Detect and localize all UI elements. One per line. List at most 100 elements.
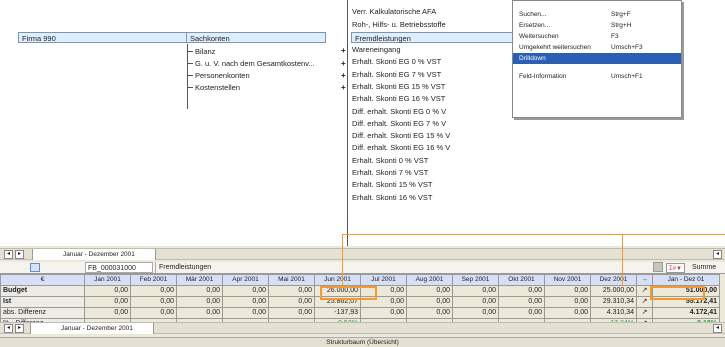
tree-node-fremdleistungen-selected[interactable]: Fremdleistungen: [351, 32, 514, 43]
grid-cell[interactable]: 29.310,34: [590, 296, 637, 308]
grid-cell[interactable]: 0,00: [222, 285, 269, 297]
tree-node-account[interactable]: Erhalt. Skonti EG 7 % VST: [349, 69, 444, 80]
tree-node-account[interactable]: Verr. Kalkulatorische AFA: [349, 6, 439, 17]
menu-item-label: Umgekehrt weitersuchen: [519, 44, 591, 51]
grid-cell[interactable]: 0,00: [498, 296, 545, 308]
tree-node-account[interactable]: Diff. erhalt. Skonti EG 15 % V: [349, 130, 453, 141]
grid-cell[interactable]: 0,00: [498, 285, 545, 297]
grid-cell[interactable]: 0,00: [452, 285, 499, 297]
menu-item[interactable]: Umgekehrt weitersuchen Umsch+F3: [513, 42, 681, 53]
sum-header: Jan - Dez 01: [652, 274, 720, 286]
menu-item-shortcut: F3: [611, 33, 619, 40]
tab-scroll-right-icon[interactable]: ▸: [15, 250, 24, 259]
menu-item[interactable]: Ersetzen... Strg+H: [513, 20, 681, 31]
tree-node-guv[interactable]: G. u. V. nach dem Gesamtkostenv...: [192, 58, 318, 69]
tree-node-root[interactable]: Firma 990: [18, 32, 191, 43]
tree-node-account[interactable]: Wareneingang: [349, 44, 404, 55]
month-header[interactable]: Aug 2001: [406, 274, 453, 286]
expand-plus-icon[interactable]: +: [341, 60, 346, 68]
grid-cell[interactable]: 0,00: [176, 307, 223, 319]
account-number-field[interactable]: FB_000031000: [85, 262, 153, 273]
menu-item[interactable]: Suchen... Strg+F: [513, 9, 681, 20]
menu-item[interactable]: Feld-Information Umsch+F1: [513, 71, 681, 82]
expand-plus-icon[interactable]: +: [341, 84, 346, 92]
grid-cell[interactable]: 0,00: [498, 307, 545, 319]
tree-node-account[interactable]: Erhalt. Skonti EG 15 % VST: [349, 81, 448, 92]
tree-node-account[interactable]: Erhalt. Skonti 7 % VST: [349, 167, 431, 178]
highlight-connector: [622, 234, 725, 236]
tree-node-account[interactable]: Roh-, Hilfs- u. Betriebsstoffe: [349, 19, 449, 30]
grid-cell[interactable]: 0,00: [222, 307, 269, 319]
grid-cell[interactable]: 0,00: [130, 296, 177, 308]
tree-node-account[interactable]: Erhalt. Skonti EG 0 % VST: [349, 56, 444, 67]
grid-cell[interactable]: 0,00: [268, 296, 315, 308]
grid-cell[interactable]: 0,00: [452, 307, 499, 319]
drilldown-arrow-icon[interactable]: ↗: [636, 307, 653, 319]
tab-scroll-left-icon[interactable]: ◂: [4, 250, 13, 259]
tab-period[interactable]: Januar - Dezember 2001: [30, 323, 154, 334]
grid-cell[interactable]: 0,00: [544, 296, 591, 308]
grid-cell[interactable]: 0,00: [176, 285, 223, 297]
tree-connector: [347, 0, 348, 246]
row-label: Ist: [0, 296, 85, 308]
grid-cell[interactable]: 0,00: [406, 307, 453, 319]
month-header[interactable]: Jan 2001: [84, 274, 131, 286]
menu-item[interactable]: Weitersuchen F3: [513, 31, 681, 42]
menu-item-shortcut: Strg+F: [611, 11, 631, 18]
sigma-sum-icon[interactable]: Σ#▼: [666, 263, 685, 273]
grid-cell[interactable]: 0,00: [84, 296, 131, 308]
grid-cell[interactable]: 0,00: [130, 307, 177, 319]
calculator-icon[interactable]: [653, 262, 663, 272]
month-header[interactable]: Nov 2001: [544, 274, 591, 286]
month-header[interactable]: Apr 2001: [222, 274, 269, 286]
grid-cell[interactable]: 0,00: [360, 307, 407, 319]
month-header[interactable]: Mai 2001: [268, 274, 315, 286]
month-header[interactable]: Feb 2001: [130, 274, 177, 286]
month-header[interactable]: Mär 2001: [176, 274, 223, 286]
grid-cell[interactable]: 0,00: [406, 285, 453, 297]
grid-cell[interactable]: 0,00: [130, 285, 177, 297]
tree-node-account[interactable]: Diff. erhalt. Skonti EG 7 % V: [349, 118, 449, 129]
month-header[interactable]: Jul 2001: [360, 274, 407, 286]
tree-node-account[interactable]: Diff. erhalt. Skonti EG 0 % V: [349, 106, 449, 117]
grid-cell[interactable]: 0,00: [268, 285, 315, 297]
month-header[interactable]: Dez 2001: [590, 274, 637, 286]
currency-header: €: [0, 274, 85, 286]
tree-node-account[interactable]: Erhalt. Skonti EG 16 % VST: [349, 93, 448, 104]
tree-node-account[interactable]: Diff. erhalt. Skonti EG 16 % V: [349, 142, 453, 153]
grid-cell[interactable]: 0,00: [222, 296, 269, 308]
month-header[interactable]: Okt 2001: [498, 274, 545, 286]
grid-cell[interactable]: 0,00: [84, 307, 131, 319]
menu-item-label: Suchen...: [519, 11, 547, 18]
grid-cell[interactable]: 0,00: [176, 296, 223, 308]
tab-period[interactable]: Januar - Dezember 2001: [32, 249, 156, 260]
row-label: Budget: [0, 285, 85, 297]
expand-plus-icon[interactable]: +: [341, 72, 346, 80]
tree-node-sachkonten[interactable]: Sachkonten: [186, 32, 326, 43]
tree-node-account[interactable]: Erhalt. Skonti 16 % VST: [349, 192, 435, 203]
grid-cell[interactable]: 4.310,34: [590, 307, 637, 319]
tree-node-account[interactable]: Erhalt. Skonti 0 % VST: [349, 155, 431, 166]
grid-cell[interactable]: 25.000,00: [590, 285, 637, 297]
sum-label: Summe: [692, 264, 717, 271]
month-header[interactable]: Jun 2001: [314, 274, 361, 286]
scroll-left-icon[interactable]: ◂: [713, 324, 722, 333]
grid-cell[interactable]: 0,00: [544, 285, 591, 297]
tree-node-personenkonten[interactable]: Personenkonten: [192, 70, 253, 81]
grid-cell[interactable]: 0,00: [406, 296, 453, 308]
menu-item[interactable]: Drilldown: [513, 53, 681, 64]
tree-node-kostenstellen[interactable]: Kostenstellen: [192, 82, 243, 93]
tree-node-account[interactable]: Erhalt. Skonti 15 % VST: [349, 179, 435, 190]
month-header[interactable]: Sep 2001: [452, 274, 499, 286]
grid-cell[interactable]: -137,93: [314, 307, 361, 319]
expand-plus-icon[interactable]: +: [341, 47, 346, 55]
scroll-left-icon[interactable]: ◂: [713, 250, 722, 259]
grid-cell[interactable]: 0,00: [84, 285, 131, 297]
grid-cell[interactable]: 0,00: [268, 307, 315, 319]
grid-cell[interactable]: 0,00: [544, 307, 591, 319]
menu-item-shortcut: Umsch+F3: [611, 44, 643, 51]
tree-node-bilanz[interactable]: Bilanz: [192, 46, 218, 57]
grid-cell[interactable]: 0,00: [452, 296, 499, 308]
tab-scroll-right-icon[interactable]: ▸: [15, 324, 24, 333]
tab-scroll-left-icon[interactable]: ◂: [4, 324, 13, 333]
